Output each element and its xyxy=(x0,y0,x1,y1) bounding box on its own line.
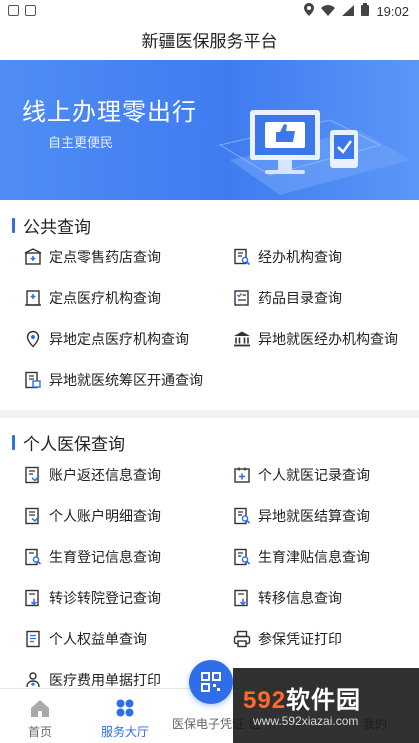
item-label: 定点零售药店查询 xyxy=(49,249,161,265)
computer-illustration-icon xyxy=(218,110,410,195)
account-refund-icon xyxy=(24,466,42,484)
section-title-text: 个人医保查询 xyxy=(23,435,125,454)
medical-receipt-icon xyxy=(24,671,42,689)
signal-icon xyxy=(342,4,355,19)
watermark-brand: 软件园 xyxy=(286,687,362,714)
item-label: 账户返还信息查询 xyxy=(49,467,161,483)
print-insurance-certificate[interactable]: 参保凭证打印 xyxy=(233,627,342,651)
item-label: 个人权益单查询 xyxy=(49,631,147,647)
account-detail-icon xyxy=(24,507,42,525)
section-accent-bar xyxy=(12,435,15,450)
location-pin-icon xyxy=(24,330,42,348)
query-transfer-info[interactable]: 转移信息查询 xyxy=(233,586,342,610)
query-transfer-register[interactable]: 转诊转院登记查询 xyxy=(24,586,161,610)
tab-service-hall[interactable]: 服务大厅 xyxy=(85,697,165,740)
watermark-logo: 592软件园 xyxy=(243,680,361,715)
document-search-icon xyxy=(233,248,251,266)
site-watermark: 592软件园 www.592xiazai.com xyxy=(233,668,419,743)
notification-icons xyxy=(8,5,36,16)
query-agency[interactable]: 经办机构查询 xyxy=(233,245,342,269)
maternity-register-icon xyxy=(24,548,42,566)
checklist-icon xyxy=(233,289,251,307)
tab-label: 首页 xyxy=(27,725,52,739)
tab-label: 服务大厅 xyxy=(100,725,149,739)
qr-code-button[interactable] xyxy=(189,660,233,704)
query-account-refund[interactable]: 账户返还信息查询 xyxy=(24,463,161,487)
query-medical-institution[interactable]: 定点医疗机构查询 xyxy=(24,286,161,310)
item-label: 参保凭证打印 xyxy=(258,631,342,647)
query-remote-agency[interactable]: 异地就医经办机构查询 xyxy=(233,327,398,351)
query-personal-rights[interactable]: 个人权益单查询 xyxy=(24,627,147,651)
query-remote-medical-institution[interactable]: 异地定点医疗机构查询 xyxy=(24,327,189,351)
query-account-detail[interactable]: 个人账户明细查询 xyxy=(24,504,161,528)
home-icon xyxy=(31,700,49,717)
location-icon xyxy=(304,3,315,19)
item-label: 医疗费用单据打印 xyxy=(49,672,161,688)
section-title-text: 公共查询 xyxy=(23,218,91,237)
public-query-heading: 公共查询 xyxy=(12,213,91,238)
item-label: 异地就医统筹区开通查询 xyxy=(49,372,203,388)
medical-record-icon xyxy=(233,466,251,484)
printer-icon xyxy=(233,630,251,648)
hospital-building-icon xyxy=(24,289,42,307)
query-maternity-allowance[interactable]: 生育津贴信息查询 xyxy=(233,545,370,569)
item-label: 转诊转院登记查询 xyxy=(49,590,161,606)
transfer-info-icon xyxy=(233,589,251,607)
status-icons: 19:02 xyxy=(304,3,409,19)
query-pharmacy-store[interactable]: 定点零售药店查询 xyxy=(24,245,161,269)
item-label: 异地就医结算查询 xyxy=(258,508,370,524)
item-label: 异地定点医疗机构查询 xyxy=(49,331,189,347)
promo-banner[interactable]: 线上办理零出行 自主更便民 xyxy=(0,60,419,200)
query-remote-region-opening[interactable]: 异地就医统筹区开通查询 xyxy=(24,368,203,392)
transfer-register-icon xyxy=(24,589,42,607)
region-doc-icon xyxy=(24,371,42,389)
battery-icon xyxy=(361,3,370,19)
query-maternity-register[interactable]: 生育登记信息查询 xyxy=(24,545,161,569)
wifi-icon xyxy=(321,4,336,19)
notification-icon xyxy=(25,5,36,16)
query-medical-record[interactable]: 个人就医记录查询 xyxy=(233,463,370,487)
personal-query-heading: 个人医保查询 xyxy=(12,430,125,455)
tab-home[interactable]: 首页 xyxy=(0,697,80,740)
maternity-allowance-icon xyxy=(233,548,251,566)
item-label: 生育登记信息查询 xyxy=(49,549,161,565)
rights-document-icon xyxy=(24,630,42,648)
item-label: 定点医疗机构查询 xyxy=(49,290,161,306)
clock-time: 19:02 xyxy=(376,3,409,19)
item-label: 个人就医记录查询 xyxy=(258,467,370,483)
notification-icon xyxy=(8,5,19,16)
item-label: 生育津贴信息查询 xyxy=(258,549,370,565)
qr-code-icon xyxy=(201,672,221,692)
section-accent-bar xyxy=(12,218,15,233)
item-label: 异地就医经办机构查询 xyxy=(258,331,398,347)
item-label: 经办机构查询 xyxy=(258,249,342,265)
query-drug-catalog[interactable]: 药品目录查询 xyxy=(233,286,342,310)
settlement-search-icon xyxy=(233,507,251,525)
watermark-number: 592 xyxy=(243,687,287,714)
banner-subtitle: 自主更便民 xyxy=(48,135,114,150)
item-label: 药品目录查询 xyxy=(258,290,342,306)
app-title: 新疆医保服务平台 xyxy=(0,24,419,60)
section-divider xyxy=(0,410,419,418)
item-label: 转移信息查询 xyxy=(258,590,342,606)
query-remote-settlement[interactable]: 异地就医结算查询 xyxy=(233,504,370,528)
government-building-icon xyxy=(233,330,251,348)
status-bar: 19:02 xyxy=(0,0,419,24)
pharmacy-store-icon xyxy=(24,248,42,266)
service-hall-icon xyxy=(116,699,134,717)
banner-title: 线上办理零出行 xyxy=(22,99,197,126)
watermark-url: www.592xiazai.com xyxy=(253,714,359,728)
item-label: 个人账户明细查询 xyxy=(49,508,161,524)
